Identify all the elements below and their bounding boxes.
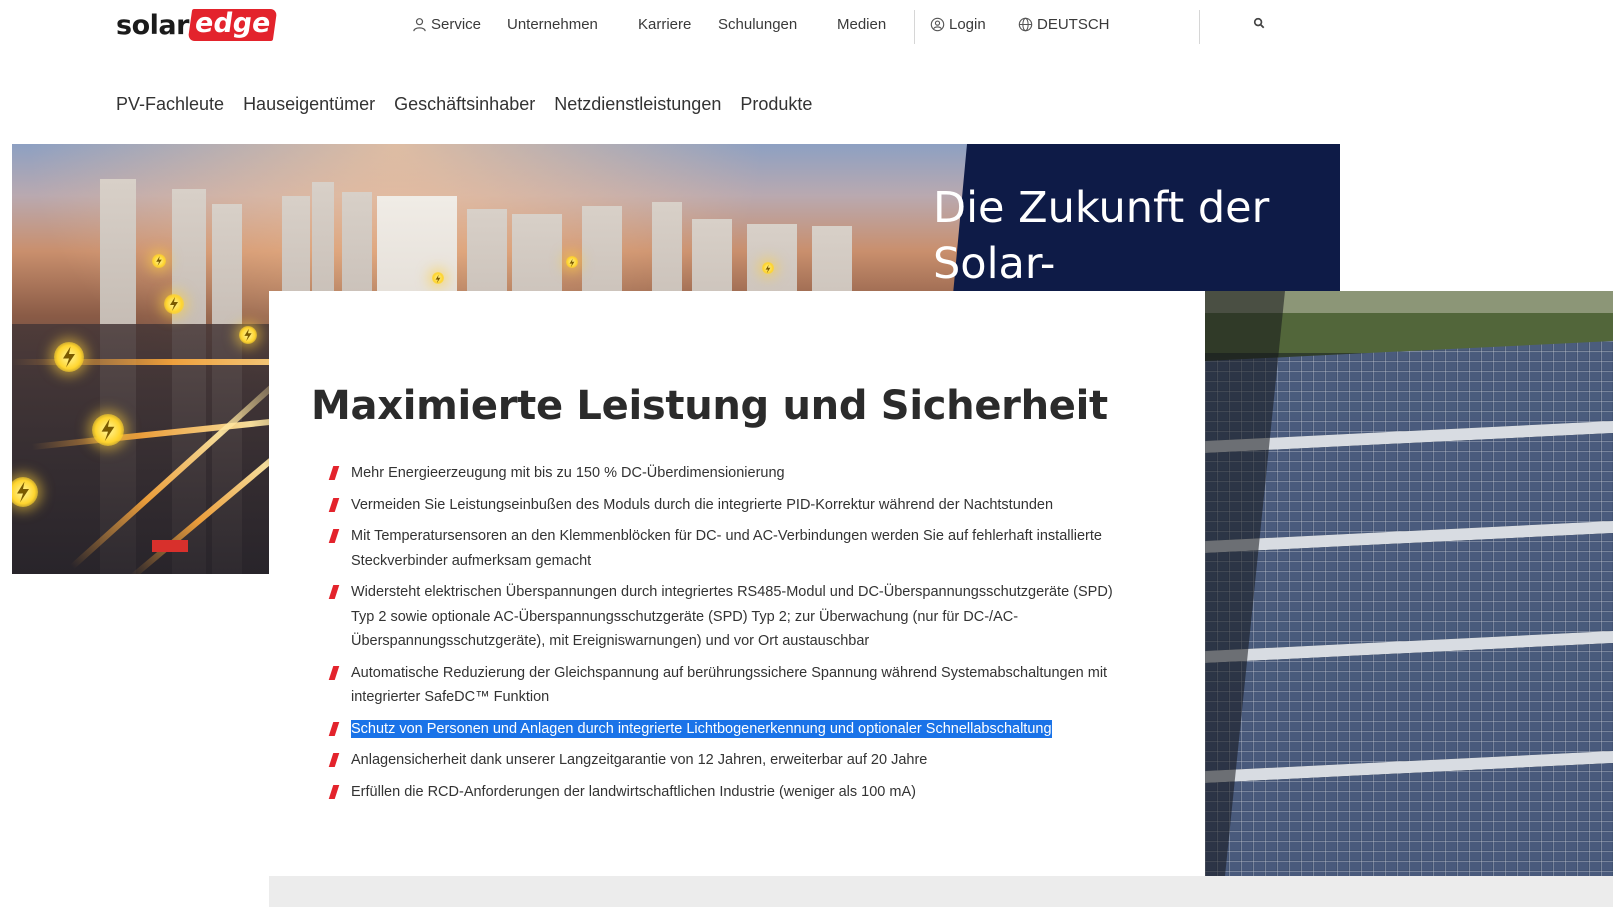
energy-bolt-icon	[54, 342, 84, 372]
hero-title: Die Zukunft der Solar-	[933, 180, 1333, 292]
audience-navigation: PV-Fachleute Hauseigentümer Geschäftsinh…	[116, 94, 812, 115]
nav-divider	[914, 10, 915, 44]
energy-bolt-icon	[762, 262, 774, 274]
search-button[interactable]	[1252, 16, 1267, 31]
solar-panels-illustration	[1205, 291, 1613, 876]
red-slash-bullet-icon	[328, 665, 340, 680]
red-sign	[152, 540, 188, 552]
feature-text: Anlagensicherheit dank unserer Langzeitg…	[351, 752, 928, 768]
nav-trainings[interactable]: Schulungen	[718, 16, 797, 33]
logo-text-edge: edge	[187, 8, 278, 41]
nav-company-label: Unternehmen	[507, 16, 598, 33]
feature-text: Automatische Reduzierung der Gleichspann…	[351, 664, 1108, 706]
subnav-products[interactable]: Produkte	[740, 94, 812, 115]
language-selector[interactable]: DEUTSCH	[1018, 16, 1110, 33]
features-card: Maximierte Leistung und Sicherheit Mehr …	[269, 291, 1205, 876]
nav-service[interactable]: Service	[412, 16, 481, 33]
solar-panels-image	[1205, 291, 1613, 876]
red-slash-bullet-icon	[328, 784, 340, 799]
subnav-business-owners[interactable]: Geschäftsinhaber	[394, 94, 535, 115]
user-circle-icon	[930, 17, 945, 32]
nav-login-label: Login	[949, 16, 986, 33]
energy-bolt-icon	[164, 294, 184, 314]
feature-text: Mit Temperatursensoren an den Klemmenblö…	[351, 528, 1102, 569]
solaredge-logo[interactable]: solar edge	[116, 6, 278, 44]
nav-careers-label: Karriere	[638, 16, 692, 33]
feature-text: Mehr Energieerzeugung mit bis zu 150 % D…	[351, 465, 785, 481]
nav-trainings-label: Schulungen	[718, 16, 798, 33]
features-heading: Maximierte Leistung und Sicherheit	[311, 383, 1108, 429]
red-slash-bullet-icon	[328, 585, 340, 599]
nav-divider	[1199, 10, 1200, 44]
language-label: DEUTSCH	[1037, 16, 1110, 33]
feature-text: Vermeiden Sie Leistungseinbußen des Modu…	[351, 496, 1054, 513]
feature-text: Widersteht elektrischen Überspannungen d…	[351, 584, 1113, 649]
user-icon	[413, 18, 426, 32]
energy-bolt-icon	[566, 256, 578, 268]
next-section-strip	[269, 876, 1613, 907]
red-slash-bullet-icon	[328, 529, 340, 543]
list-item-selected: Schutz von Personen und Anlagen durch in…	[328, 717, 1131, 742]
nav-media[interactable]: Medien	[837, 16, 886, 33]
list-item: Mehr Energieerzeugung mit bis zu 150 % D…	[328, 461, 1131, 486]
red-slash-bullet-icon	[328, 753, 340, 767]
list-item: Widersteht elektrischen Überspannungen d…	[328, 580, 1131, 654]
list-item: Anlagensicherheit dank unserer Langzeitg…	[328, 748, 1131, 773]
nav-careers[interactable]: Karriere	[638, 16, 691, 33]
energy-bolt-icon	[92, 414, 124, 446]
subnav-pv-professionals[interactable]: PV-Fachleute	[116, 94, 224, 115]
search-icon	[1253, 17, 1265, 29]
hero-title-line1: Die Zukunft der	[933, 183, 1270, 233]
energy-bolt-icon	[152, 254, 166, 268]
energy-bolt-icon	[432, 272, 444, 284]
list-item: Vermeiden Sie Leistungseinbußen des Modu…	[328, 493, 1131, 518]
list-item: Erfüllen die RCD-Anforderungen der landw…	[328, 780, 1131, 805]
subnav-homeowners[interactable]: Hauseigentümer	[243, 94, 375, 115]
energy-bolt-icon	[12, 477, 38, 507]
subnav-grid-services[interactable]: Netzdienstleistungen	[554, 94, 721, 115]
nav-login[interactable]: Login	[930, 16, 986, 33]
red-slash-bullet-icon	[328, 721, 340, 736]
hero-title-line2: Solar-	[933, 239, 1056, 289]
nav-company[interactable]: Unternehmen	[507, 16, 598, 33]
features-list: Mehr Energieerzeugung mit bis zu 150 % D…	[328, 461, 1131, 811]
red-slash-bullet-icon	[328, 497, 340, 512]
list-item: Automatische Reduzierung der Gleichspann…	[328, 661, 1131, 710]
feature-text: Erfüllen die RCD-Anforderungen der landw…	[351, 783, 916, 800]
selected-feature-text[interactable]: Schutz von Personen und Anlagen durch in…	[351, 719, 1052, 738]
globe-icon	[1018, 17, 1033, 32]
red-slash-bullet-icon	[328, 466, 340, 480]
nav-media-label: Medien	[837, 16, 887, 33]
list-item: Mit Temperatursensoren an den Klemmenblö…	[328, 524, 1131, 573]
logo-text-solar: solar	[116, 9, 189, 41]
energy-bolt-icon	[239, 326, 257, 344]
nav-service-label: Service	[431, 16, 482, 33]
